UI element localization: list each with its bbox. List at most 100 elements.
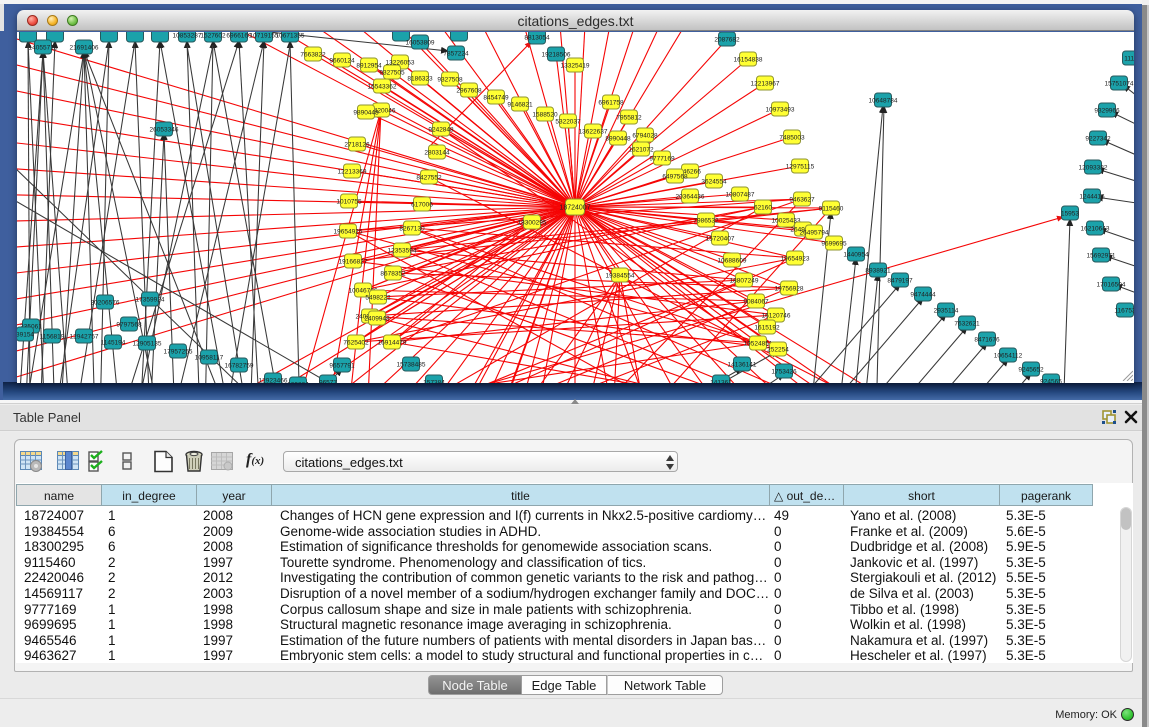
svg-text:15751074: 15751074 [1105, 80, 1134, 87]
svg-text:9115460: 9115460 [819, 205, 844, 212]
svg-text:9227342: 9227342 [1085, 135, 1111, 142]
svg-text:16053809: 16053809 [406, 39, 435, 46]
svg-text:9327508: 9327508 [437, 76, 463, 83]
svg-text:2087682: 2087682 [714, 36, 740, 43]
svg-text:9327505: 9327505 [379, 69, 405, 76]
svg-text:10671355: 10671355 [276, 32, 305, 39]
svg-text:15738485: 15738485 [397, 361, 426, 368]
svg-text:12905135: 12905135 [133, 340, 162, 347]
svg-text:8267130: 8267130 [399, 225, 425, 232]
svg-text:18807249: 18807249 [730, 277, 759, 284]
svg-text:12213369: 12213369 [338, 168, 367, 175]
svg-text:6961758: 6961758 [598, 99, 624, 106]
svg-text:12213967: 12213967 [751, 80, 780, 87]
svg-text:252254: 252254 [767, 346, 789, 353]
svg-text:12942757: 12942757 [70, 333, 99, 340]
svg-text:16782759: 16782759 [225, 362, 254, 369]
svg-text:1010755: 1010755 [336, 198, 362, 205]
svg-text:9777169: 9777169 [649, 155, 675, 162]
svg-text:7955812: 7955812 [616, 114, 642, 121]
svg-text:8813054: 8813054 [524, 34, 550, 41]
svg-text:9329966: 9329966 [1094, 107, 1120, 114]
svg-text:10688609: 10688609 [718, 257, 747, 264]
svg-text:21691406: 21691406 [70, 44, 99, 51]
svg-text:9245652: 9245652 [1018, 366, 1044, 373]
svg-text:19166827: 19166827 [339, 258, 368, 265]
svg-text:1621072: 1621072 [628, 146, 654, 153]
svg-text:16543362: 16543362 [368, 83, 397, 90]
svg-text:13622637: 13622637 [579, 128, 608, 135]
svg-text:14055713: 14055713 [29, 44, 58, 51]
svg-text:8427552: 8427552 [416, 174, 442, 181]
svg-text:7986532: 7986532 [693, 217, 719, 224]
svg-text:6497568: 6497568 [662, 173, 688, 180]
svg-text:1527602: 1527602 [200, 32, 226, 39]
svg-text:9242848: 9242848 [428, 126, 454, 133]
svg-text:8912954: 8912954 [356, 62, 382, 69]
svg-text:1753426: 1753426 [771, 368, 797, 375]
svg-text:9657791: 9657791 [329, 362, 355, 369]
svg-text:2409948: 2409948 [364, 315, 390, 322]
svg-text:96577: 96577 [319, 379, 337, 383]
svg-text:16120746: 16120746 [762, 312, 791, 319]
svg-text:8186323: 8186323 [407, 75, 433, 82]
svg-text:157384: 157384 [423, 379, 445, 383]
svg-text:14136141: 14136141 [728, 361, 757, 368]
svg-text:116753: 116753 [1114, 307, 1134, 314]
svg-text:10654112: 10654112 [994, 352, 1023, 359]
svg-text:7625402: 7625402 [343, 339, 369, 346]
svg-text:26495794: 26495794 [800, 229, 829, 236]
svg-text:924565: 924565 [1040, 378, 1062, 383]
svg-text:1145194: 1145194 [101, 339, 126, 346]
svg-text:16154838: 16154838 [734, 56, 763, 63]
svg-text:18300295: 18300295 [518, 219, 547, 226]
svg-text:5498222: 5498222 [365, 294, 391, 301]
svg-text:12975115: 12975115 [786, 163, 815, 170]
svg-text:2718126: 2718126 [344, 141, 370, 148]
svg-text:8479197: 8479197 [887, 277, 913, 284]
svg-text:12093382: 12093382 [1079, 164, 1108, 171]
svg-text:8678352: 8678352 [380, 270, 406, 277]
svg-text:15720407: 15720407 [706, 235, 735, 242]
svg-text:10648784: 10648784 [869, 97, 898, 104]
svg-text:12353594: 12353594 [388, 247, 417, 254]
svg-text:1244415: 1244415 [1079, 193, 1105, 200]
svg-text:62160: 62160 [754, 204, 772, 211]
svg-text:20364436: 20364436 [676, 193, 705, 200]
svg-text:7632621: 7632621 [954, 320, 980, 327]
svg-text:15953: 15953 [1061, 210, 1079, 217]
svg-text:9890448: 9890448 [353, 109, 379, 116]
svg-text:1117: 1117 [1124, 55, 1134, 62]
svg-text:2967608: 2967608 [456, 87, 482, 94]
svg-text:8454749: 8454749 [483, 94, 509, 101]
svg-text:19756928: 19756928 [775, 285, 804, 292]
svg-text:12923466: 12923466 [259, 377, 288, 383]
svg-text:10719155: 10719155 [250, 32, 279, 39]
svg-text:129234: 129234 [287, 381, 309, 383]
svg-text:20206576: 20206576 [91, 299, 120, 306]
svg-text:9146821: 9146821 [507, 101, 533, 108]
svg-text:9474444: 9474444 [910, 291, 936, 298]
svg-text:9463627: 9463627 [789, 196, 815, 203]
svg-text:141361: 141361 [710, 379, 732, 383]
svg-text:19384554: 19384554 [606, 272, 635, 279]
svg-text:3624554: 3624554 [701, 178, 727, 185]
svg-text:9084067: 9084067 [743, 298, 769, 305]
svg-text:8990448: 8990448 [605, 135, 631, 142]
svg-text:19654925: 19654925 [334, 228, 363, 235]
svg-text:39154: 39154 [17, 331, 34, 338]
svg-text:10853287: 10853287 [173, 32, 202, 39]
svg-text:26053346: 26053346 [150, 126, 179, 133]
svg-text:5322037: 5322037 [555, 118, 581, 125]
svg-text:16210643: 16210643 [1081, 225, 1110, 232]
svg-text:10807487: 10807487 [726, 191, 755, 198]
svg-text:16914479: 16914479 [378, 339, 407, 346]
svg-text:1156819: 1156819 [40, 333, 65, 340]
svg-text:15692971: 15692971 [1087, 252, 1116, 259]
svg-text:1588520: 1588520 [532, 111, 558, 118]
svg-text:8938921: 8938921 [865, 267, 891, 274]
svg-text:6794028: 6794028 [632, 132, 658, 139]
svg-text:7485003: 7485003 [779, 134, 805, 141]
svg-text:7857224: 7857224 [443, 50, 469, 57]
svg-text:1440954: 1440954 [843, 251, 869, 258]
